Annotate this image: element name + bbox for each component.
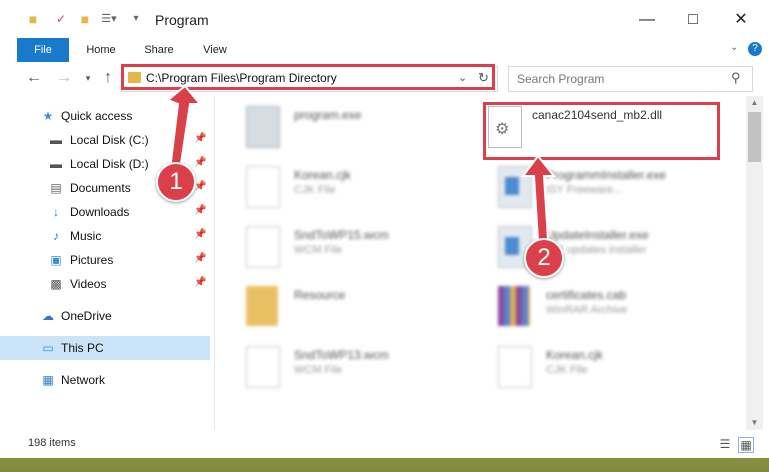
item-count: 198 items xyxy=(28,437,76,449)
step-2-badge: 2 xyxy=(524,238,564,278)
arrow-2 xyxy=(521,154,557,241)
details-view-icon[interactable]: ☰ xyxy=(718,437,732,451)
annotation-arrows xyxy=(166,84,557,241)
status-bar: 198 items ☰ ▦ xyxy=(0,430,769,458)
large-icons-view-icon[interactable]: ▦ xyxy=(738,437,754,453)
arrow-1 xyxy=(166,84,203,171)
explorer-window: ■ ✓ ■ ☰▾ ▾ Program — □ ✕ File Home Share… xyxy=(0,0,769,458)
step-1-badge: 1 xyxy=(156,162,196,202)
